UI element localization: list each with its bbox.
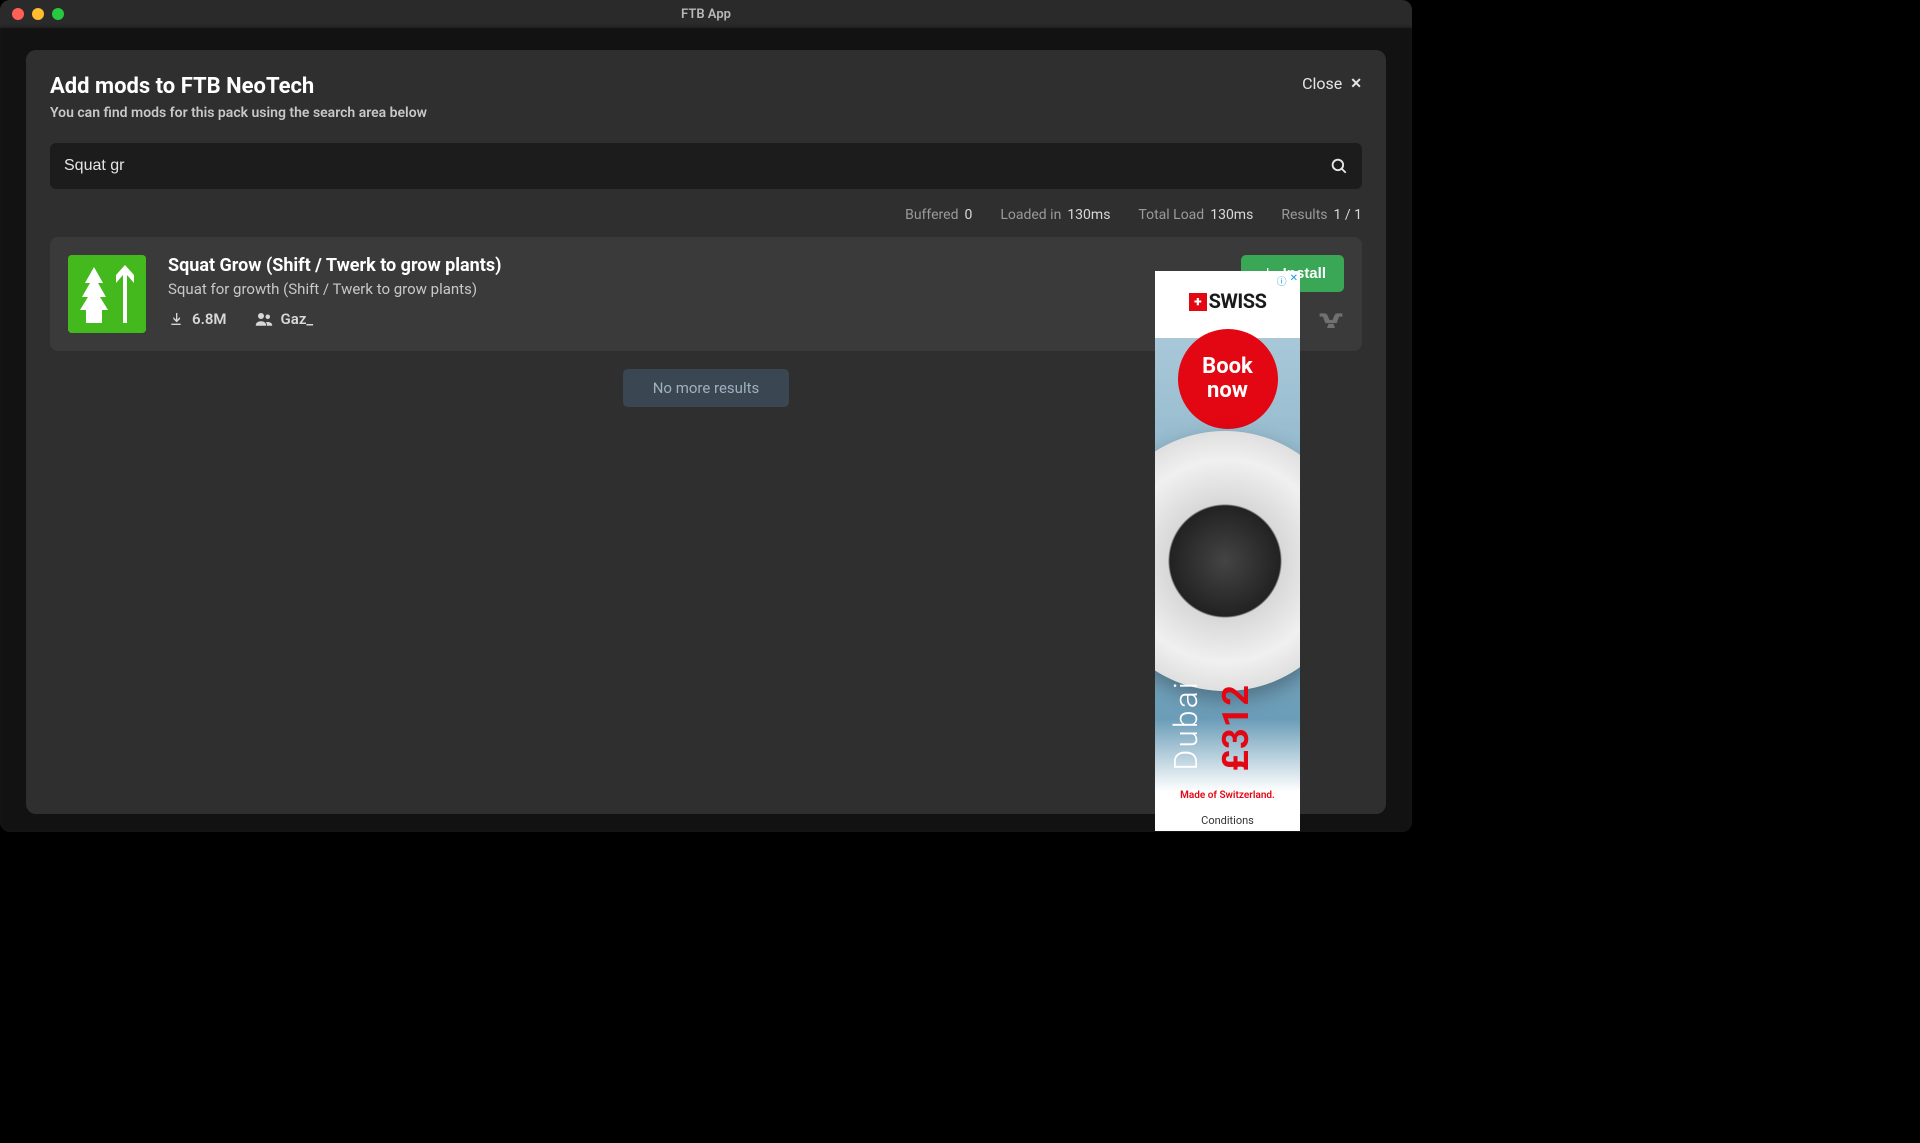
search-icon[interactable] (1330, 157, 1348, 175)
search-stats: Buffered0 Loaded in130ms Total Load130ms… (50, 207, 1362, 223)
ad-brand-logo: +SWISS (1155, 289, 1300, 313)
ad-cta-circle[interactable]: Booknow (1178, 329, 1278, 429)
ad-banner[interactable]: ⓘ ✕ +SWISS Booknow Dubai £312 Made of Sw… (1155, 271, 1300, 831)
mod-icon (68, 255, 146, 333)
download-icon (168, 311, 184, 327)
ad-close-icon[interactable]: ✕ (1290, 273, 1298, 288)
modal-title: Add mods to FTB NeoTech (50, 74, 427, 99)
close-icon: ✕ (1350, 76, 1362, 92)
window-close-button[interactable] (12, 8, 24, 20)
no-more-results: No more results (623, 369, 790, 407)
ad-tagline: Made of Switzerland. (1155, 790, 1300, 801)
users-icon (255, 311, 273, 327)
close-label: Close (1302, 74, 1342, 93)
mod-title: Squat Grow (Shift / Twerk to grow plants… (168, 255, 1219, 276)
search-bar[interactable] (50, 143, 1362, 189)
window-title: FTB App (0, 7, 1412, 22)
ad-info-icons[interactable]: ⓘ ✕ (1277, 273, 1298, 288)
curseforge-icon (1318, 310, 1344, 328)
modal-header: Add mods to FTB NeoTech You can find mod… (50, 74, 1362, 121)
mod-downloads: 6.8M (168, 310, 227, 328)
ad-destination: Dubai (1167, 680, 1205, 771)
stat-results: Results1 / 1 (1281, 207, 1362, 223)
close-button[interactable]: Close ✕ (1302, 74, 1362, 93)
mod-author: Gaz_ (255, 310, 314, 328)
stat-buffered: Buffered0 (905, 207, 972, 223)
traffic-lights (0, 8, 64, 20)
stat-loaded: Loaded in130ms (1000, 207, 1110, 223)
titlebar: FTB App (0, 0, 1412, 28)
ad-conditions-link[interactable]: Conditions (1155, 810, 1300, 831)
mod-meta: 6.8M Gaz_ (168, 310, 1219, 328)
mod-body: Squat Grow (Shift / Twerk to grow plants… (168, 255, 1219, 328)
search-input[interactable] (64, 157, 1330, 175)
mod-description: Squat for growth (Shift / Twerk to grow … (168, 280, 1219, 298)
ad-price: £312 (1215, 684, 1257, 771)
window-minimize-button[interactable] (32, 8, 44, 20)
modal-subtitle: You can find mods for this pack using th… (50, 105, 427, 121)
ad-info-icon[interactable]: ⓘ (1277, 273, 1287, 288)
ad-engine-image (1155, 431, 1300, 691)
ad-cta-text: Booknow (1202, 355, 1253, 403)
stat-total: Total Load130ms (1138, 207, 1253, 223)
window-maximize-button[interactable] (52, 8, 64, 20)
